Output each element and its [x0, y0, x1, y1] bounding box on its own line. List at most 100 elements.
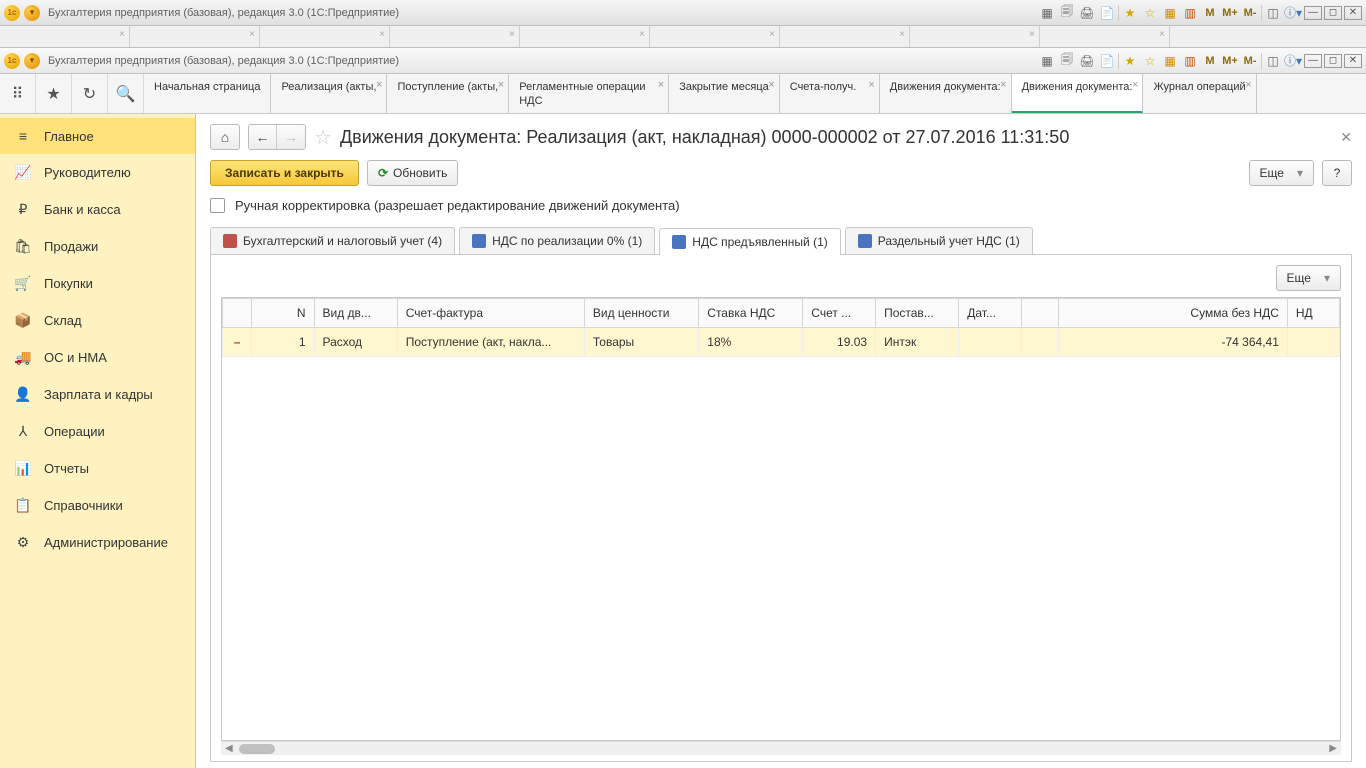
star-outline-icon[interactable]: ☆ — [1141, 4, 1159, 22]
sidebar-item[interactable]: ⚙Администрирование — [0, 524, 195, 561]
mplus-button[interactable]: M+ — [1221, 52, 1239, 70]
tool-icon[interactable]: 📄 — [1098, 4, 1116, 22]
main-tab[interactable]: Реализация (акты,× — [271, 74, 387, 113]
close-icon[interactable]: × — [658, 78, 664, 92]
forward-button[interactable]: → — [277, 125, 305, 149]
bookmark-icon[interactable]: ☆ — [314, 125, 332, 150]
close-icon[interactable]: × — [1000, 78, 1006, 92]
main-tab[interactable]: Движения документа:× — [1012, 74, 1144, 113]
calendar-icon[interactable]: ▥ — [1181, 4, 1199, 22]
inner-tab[interactable]: НДС предъявленный (1) — [659, 228, 840, 255]
close-icon[interactable]: × — [498, 78, 504, 92]
tool-icon[interactable]: 🗐 — [1058, 52, 1076, 70]
column-header[interactable] — [1021, 299, 1058, 328]
cell[interactable]: 19.03 — [803, 328, 876, 357]
info-icon[interactable]: ⓘ▾ — [1284, 52, 1302, 70]
dropdown-icon[interactable]: ▾ — [24, 5, 40, 21]
column-header[interactable]: НД — [1287, 299, 1339, 328]
column-header[interactable]: Вид дв... — [314, 299, 397, 328]
main-tab[interactable]: Движения документа:× — [880, 74, 1012, 113]
cell[interactable] — [1287, 328, 1339, 357]
close-icon[interactable]: × — [768, 78, 774, 92]
mminus-button[interactable]: M- — [1241, 4, 1259, 22]
panel-more-button[interactable]: Еще▾ — [1276, 265, 1341, 291]
main-tab[interactable]: Поступление (акты,× — [387, 74, 509, 113]
close-icon[interactable]: × — [1245, 78, 1251, 92]
favorite-icon[interactable]: ★ — [36, 74, 72, 113]
mminus-button[interactable]: M- — [1241, 52, 1259, 70]
table-row[interactable]: –1РасходПоступление (акт, накла...Товары… — [223, 328, 1340, 357]
horizontal-scrollbar[interactable]: ◀ ▶ — [221, 741, 1341, 755]
column-header[interactable]: Вид ценности — [584, 299, 698, 328]
m-button[interactable]: M — [1201, 52, 1219, 70]
mplus-button[interactable]: M+ — [1221, 4, 1239, 22]
sidebar-item[interactable]: ≡Главное — [0, 118, 195, 154]
close-button[interactable]: ✕ — [1344, 54, 1362, 68]
grid[interactable]: NВид дв...Счет-фактураВид ценностиСтавка… — [221, 297, 1341, 741]
cell[interactable]: 1 — [252, 328, 314, 357]
column-header[interactable]: Ставка НДС — [699, 299, 803, 328]
sidebar-item[interactable]: 📋Справочники — [0, 487, 195, 524]
cell[interactable]: -74 364,41 — [1059, 328, 1288, 357]
cell[interactable] — [959, 328, 1021, 357]
tool-icon[interactable]: 🖨 — [1078, 52, 1096, 70]
column-header[interactable]: Сумма без НДС — [1059, 299, 1288, 328]
sidebar-item[interactable]: 👤Зарплата и кадры — [0, 376, 195, 413]
dropdown-icon[interactable]: ▾ — [24, 53, 40, 69]
main-tab[interactable]: Журнал операций× — [1143, 74, 1256, 113]
refresh-button[interactable]: ⟳Обновить — [367, 160, 458, 186]
star-icon[interactable]: ★ — [1121, 4, 1139, 22]
cell[interactable]: Поступление (акт, накла... — [397, 328, 584, 357]
cell[interactable]: – — [223, 328, 252, 357]
tool-icon[interactable]: 🗐 — [1058, 4, 1076, 22]
close-button[interactable]: ✕ — [1344, 6, 1362, 20]
inner-tab[interactable]: Бухгалтерский и налоговый учет (4) — [210, 227, 455, 254]
minimize-button[interactable]: — — [1304, 6, 1322, 20]
cell[interactable]: Расход — [314, 328, 397, 357]
sidebar-item[interactable]: 🛍Продажи — [0, 228, 195, 265]
sidebar-item[interactable]: 📦Склад — [0, 302, 195, 339]
more-button[interactable]: Еще▾ — [1249, 160, 1314, 186]
info-icon[interactable]: ⓘ▾ — [1284, 4, 1302, 22]
save-close-button[interactable]: Записать и закрыть — [210, 160, 359, 186]
calc-icon[interactable]: ▦ — [1161, 52, 1179, 70]
tool-icon[interactable]: 🖨 — [1078, 4, 1096, 22]
inner-tab[interactable]: Раздельный учет НДС (1) — [845, 227, 1033, 254]
column-header[interactable]: Постав... — [876, 299, 959, 328]
scroll-thumb[interactable] — [239, 744, 275, 754]
sidebar-item[interactable]: ₽Банк и касса — [0, 191, 195, 228]
sidebar-item[interactable]: 📈Руководителю — [0, 154, 195, 191]
calendar-icon[interactable]: ▥ — [1181, 52, 1199, 70]
apps-icon[interactable]: ⠿ — [0, 74, 36, 113]
cell[interactable] — [1021, 328, 1058, 357]
main-tab[interactable]: Начальная страница — [144, 74, 271, 113]
main-tab[interactable]: Регламентные операции НДС× — [509, 74, 669, 113]
m-button[interactable]: M — [1201, 4, 1219, 22]
scroll-right-icon[interactable]: ▶ — [1329, 743, 1337, 754]
cell[interactable]: Товары — [584, 328, 698, 357]
manual-edit-checkbox[interactable] — [210, 198, 225, 213]
column-header[interactable] — [223, 299, 252, 328]
column-header[interactable]: N — [252, 299, 314, 328]
column-header[interactable]: Счет ... — [803, 299, 876, 328]
home-button[interactable]: ⌂ — [210, 124, 240, 150]
scroll-left-icon[interactable]: ◀ — [225, 743, 233, 754]
tool-icon[interactable]: ▦ — [1038, 52, 1056, 70]
sidebar-item[interactable]: 📊Отчеты — [0, 450, 195, 487]
panel-icon[interactable]: ◫ — [1264, 4, 1282, 22]
close-doc-button[interactable]: ✕ — [1340, 129, 1352, 146]
inner-tab[interactable]: НДС по реализации 0% (1) — [459, 227, 655, 254]
column-header[interactable]: Счет-фактура — [397, 299, 584, 328]
sidebar-item[interactable]: 🛒Покупки — [0, 265, 195, 302]
cell[interactable]: 18% — [699, 328, 803, 357]
cell[interactable]: Интэк — [876, 328, 959, 357]
minimize-button[interactable]: — — [1304, 54, 1322, 68]
tool-icon[interactable]: ▦ — [1038, 4, 1056, 22]
main-tab[interactable]: Счета-получ.× — [780, 74, 880, 113]
close-icon[interactable]: × — [1132, 78, 1138, 92]
help-button[interactable]: ? — [1322, 160, 1352, 186]
maximize-button[interactable]: ◻ — [1324, 6, 1342, 20]
close-icon[interactable]: × — [376, 78, 382, 92]
main-tab[interactable]: Закрытие месяца× — [669, 74, 780, 113]
history-icon[interactable]: ↻ — [72, 74, 108, 113]
